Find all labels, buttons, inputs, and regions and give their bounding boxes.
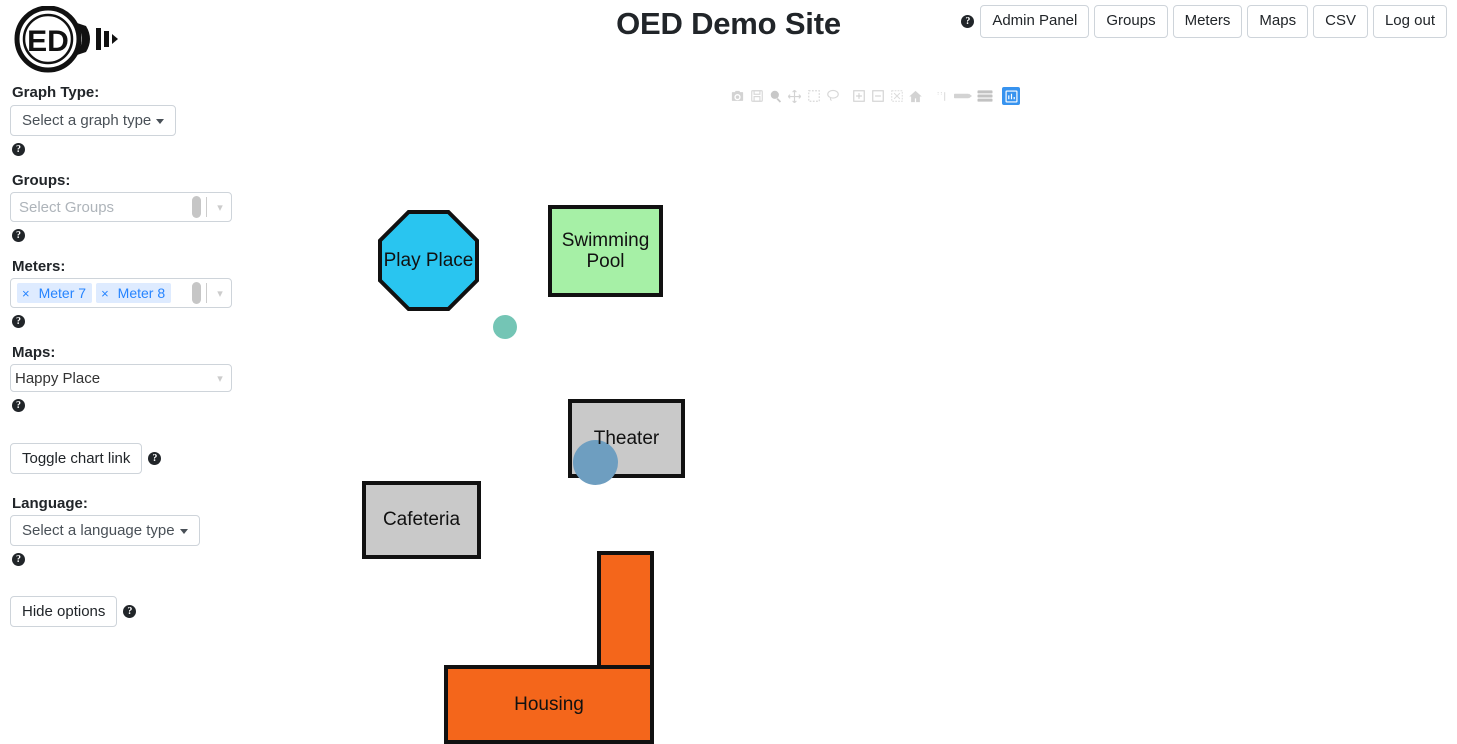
meter-marker-teal[interactable] — [493, 315, 517, 339]
hover-x-unified-icon[interactable] — [974, 86, 996, 106]
download-camera-icon[interactable] — [728, 86, 747, 106]
plotly-modebar — [728, 86, 1020, 106]
housing-horizontal-bar: Housing — [444, 665, 654, 744]
reset-home-icon[interactable] — [906, 86, 925, 106]
nav-meters-button[interactable]: Meters — [1172, 5, 1243, 38]
map-shape-label: Housing — [514, 693, 584, 715]
map-canvas[interactable]: Play Place Swimming Pool Theater Cafeter… — [0, 110, 1457, 744]
map-shape-cafeteria[interactable]: Cafeteria — [362, 481, 481, 559]
spike-lines-icon[interactable] — [933, 86, 952, 106]
map-shape-label: Theater — [593, 427, 660, 449]
map-shape-label: Cafeteria — [382, 509, 461, 531]
zoom-out-icon[interactable] — [868, 86, 887, 106]
hover-compare-icon[interactable] — [952, 86, 974, 106]
map-shape-play-place[interactable]: Play Place — [378, 210, 479, 311]
nav-help-icon[interactable]: ? — [961, 14, 975, 28]
map-shape-label: Swimming Pool — [561, 229, 650, 272]
zoom-in-icon[interactable] — [849, 86, 868, 106]
nav-logout-button[interactable]: Log out — [1372, 5, 1447, 38]
housing-vertical-bar — [597, 551, 654, 669]
map-shape-label: Play Place — [383, 249, 474, 271]
box-select-icon[interactable] — [804, 86, 823, 106]
save-disk-icon[interactable] — [747, 86, 766, 106]
nav-csv-button[interactable]: CSV — [1313, 5, 1368, 38]
app-root: ED OED Demo Site ? Admin Panel Groups Me… — [0, 0, 1457, 744]
nav-maps-button[interactable]: Maps — [1247, 5, 1309, 38]
top-navigation: ? Admin Panel Groups Meters Maps CSV Log… — [961, 5, 1447, 38]
nav-groups-button[interactable]: Groups — [1094, 5, 1168, 38]
map-shape-swimming-pool[interactable]: Swimming Pool — [548, 205, 663, 297]
nav-admin-panel-button[interactable]: Admin Panel — [980, 5, 1090, 38]
zoom-magnifier-icon[interactable] — [766, 86, 785, 106]
lasso-select-icon[interactable] — [823, 86, 842, 106]
graph-type-label: Graph Type: — [12, 84, 100, 101]
bar-chart-icon[interactable] — [1002, 87, 1020, 105]
pan-move-icon[interactable] — [785, 86, 804, 106]
autoscale-icon[interactable] — [887, 86, 906, 106]
map-shape-housing[interactable]: Housing — [444, 551, 654, 744]
